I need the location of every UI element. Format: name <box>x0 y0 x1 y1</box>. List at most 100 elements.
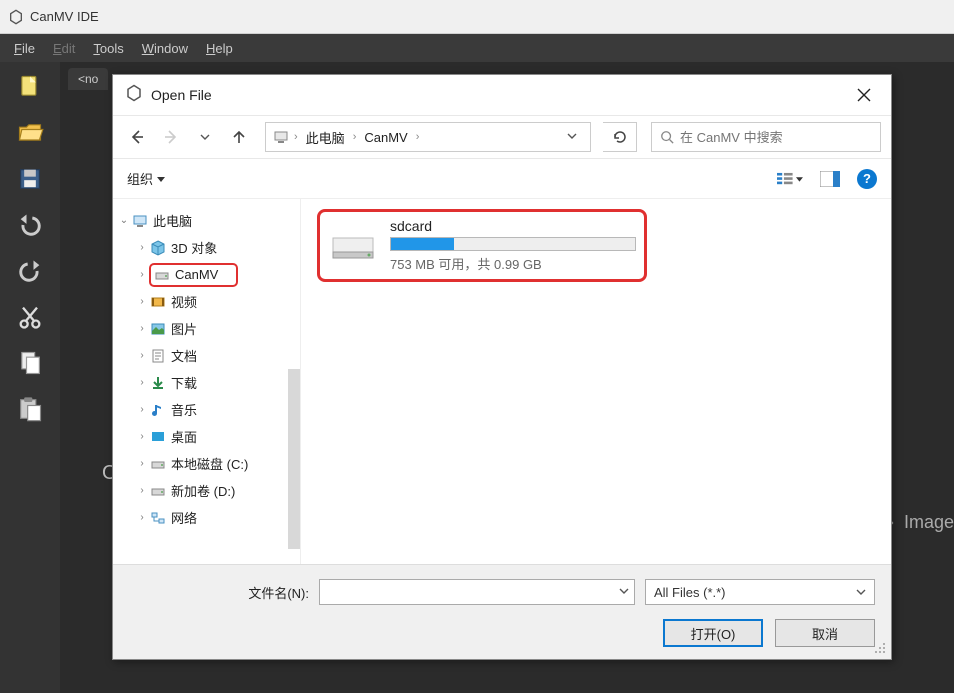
menu-window[interactable]: Window <box>134 38 196 59</box>
crumb-root[interactable]: 此电脑 <box>302 126 349 149</box>
filename-input[interactable] <box>319 579 635 605</box>
nav-recent-button[interactable] <box>191 123 219 151</box>
chevron-right-icon[interactable]: › <box>135 296 149 307</box>
video-icon <box>149 293 167 311</box>
filename-dropdown[interactable] <box>614 583 634 601</box>
chevron-right-icon[interactable]: › <box>135 242 149 253</box>
open-file-dialog: Open File › 此电脑 › CanMV › <box>112 74 892 660</box>
nav-back-button[interactable] <box>123 123 151 151</box>
view-list-icon <box>777 171 796 187</box>
menu-help[interactable]: Help <box>198 38 241 59</box>
organize-label: 组织 <box>127 169 153 188</box>
chevron-down-icon <box>856 587 866 597</box>
computer-icon <box>272 128 290 146</box>
chevron-right-icon: › <box>294 131 298 143</box>
tree-item-label: 图片 <box>171 319 197 338</box>
view-mode-button[interactable] <box>777 168 803 190</box>
dialog-title: Open File <box>151 87 212 103</box>
picture-icon <box>149 320 167 338</box>
tree-item-documents[interactable]: › 文档 <box>113 342 300 369</box>
search-icon <box>660 130 674 144</box>
tool-new-icon[interactable] <box>13 72 47 102</box>
editor-tab[interactable]: <no <box>68 68 108 90</box>
tree-item-network[interactable]: › 网络 <box>113 504 300 531</box>
tool-open-icon[interactable] <box>13 118 47 148</box>
tree-item-canmv[interactable]: › CanMV <box>113 261 300 288</box>
chevron-right-icon[interactable]: › <box>135 323 149 334</box>
chevron-right-icon[interactable]: › <box>135 458 149 469</box>
help-button[interactable]: ? <box>857 169 877 189</box>
tool-redo-icon[interactable] <box>13 256 47 286</box>
tool-copy-icon[interactable] <box>13 348 47 378</box>
chevron-right-icon[interactable]: › <box>135 404 149 415</box>
drive-usage-bar <box>390 237 636 251</box>
breadcrumb[interactable]: › 此电脑 › CanMV › <box>265 122 591 152</box>
search-input[interactable] <box>680 130 872 145</box>
nav-up-button[interactable] <box>225 123 253 151</box>
refresh-button[interactable] <box>603 122 637 152</box>
chevron-right-icon: › <box>353 131 357 143</box>
tree-scrollbar[interactable] <box>288 199 300 564</box>
resize-grip-icon <box>873 641 887 655</box>
triangle-down-icon <box>157 175 165 183</box>
chevron-right-icon[interactable]: › <box>135 485 149 496</box>
drive-item-sdcard[interactable]: sdcard 753 MB 可用，共 0.99 GB <box>317 209 647 282</box>
tree-item-3dobjects[interactable]: › 3D 对象 <box>113 234 300 261</box>
search-box[interactable] <box>651 122 881 152</box>
tree-item-desktop[interactable]: › 桌面 <box>113 423 300 450</box>
chevron-right-icon[interactable]: › <box>135 431 149 442</box>
drive-usage-fill <box>391 238 454 250</box>
resize-grip[interactable] <box>873 641 887 655</box>
breadcrumb-dropdown[interactable] <box>560 128 584 146</box>
chevron-right-icon[interactable]: › <box>135 350 149 361</box>
file-filter-dropdown[interactable]: All Files (*.*) <box>645 579 875 605</box>
ide-menubar: File Edit Tools Window Help <box>0 34 954 62</box>
preview-pane-button[interactable] <box>817 168 843 190</box>
menu-edit: Edit <box>45 38 83 59</box>
drive-icon <box>149 482 167 500</box>
nav-forward-button <box>157 123 185 151</box>
tree-item-label: 新加卷 (D:) <box>171 481 235 500</box>
close-button[interactable] <box>849 80 879 110</box>
chevron-right-icon[interactable]: › <box>135 377 149 388</box>
tree-item-music[interactable]: › 音乐 <box>113 396 300 423</box>
tool-paste-icon[interactable] <box>13 394 47 424</box>
chevron-down-icon <box>619 586 629 596</box>
tree-item-label: 音乐 <box>171 400 197 419</box>
tree-item-videos[interactable]: › 视频 <box>113 288 300 315</box>
tool-undo-icon[interactable] <box>13 210 47 240</box>
scrollbar-thumb[interactable] <box>288 369 300 549</box>
tree-root[interactable]: ⌄ 此电脑 <box>113 207 300 234</box>
dialog-toolbar: 组织 ? <box>113 159 891 199</box>
tree-panel[interactable]: ⌄ 此电脑 › 3D 对象 › CanMV › 视频 › 图片 › <box>113 199 301 564</box>
desktop-icon <box>149 428 167 446</box>
open-button[interactable]: 打开(O) <box>663 619 763 647</box>
tree-item-pictures[interactable]: › 图片 <box>113 315 300 342</box>
arrow-right-icon <box>163 129 179 145</box>
tree-item-label: 下载 <box>171 373 197 392</box>
tree-item-label: CanMV <box>175 267 218 282</box>
refresh-icon <box>612 129 628 145</box>
drive-icon <box>153 266 171 284</box>
menu-file[interactable]: File <box>6 38 43 59</box>
menu-tools[interactable]: Tools <box>85 38 131 59</box>
network-icon <box>149 509 167 527</box>
tree-item-downloads[interactable]: › 下载 <box>113 369 300 396</box>
chevron-right-icon: › <box>416 131 420 143</box>
tree-item-disk-d[interactable]: › 新加卷 (D:) <box>113 477 300 504</box>
organize-button[interactable]: 组织 <box>127 169 165 188</box>
cancel-button[interactable]: 取消 <box>775 619 875 647</box>
crumb-folder[interactable]: CanMV <box>360 128 411 147</box>
content-panel[interactable]: sdcard 753 MB 可用，共 0.99 GB <box>301 199 891 564</box>
ide-titlebar: CanMV IDE <box>0 0 954 34</box>
computer-icon <box>131 212 149 230</box>
tool-cut-icon[interactable] <box>13 302 47 332</box>
chevron-down-icon[interactable]: ⌄ <box>117 215 131 226</box>
drive-icon <box>149 455 167 473</box>
chevron-right-icon[interactable]: › <box>135 269 149 280</box>
tool-save-icon[interactable] <box>13 164 47 194</box>
tree-item-disk-c[interactable]: › 本地磁盘 (C:) <box>113 450 300 477</box>
app-logo-icon <box>8 9 24 25</box>
tree-item-label: 本地磁盘 (C:) <box>171 454 248 473</box>
chevron-right-icon[interactable]: › <box>135 512 149 523</box>
